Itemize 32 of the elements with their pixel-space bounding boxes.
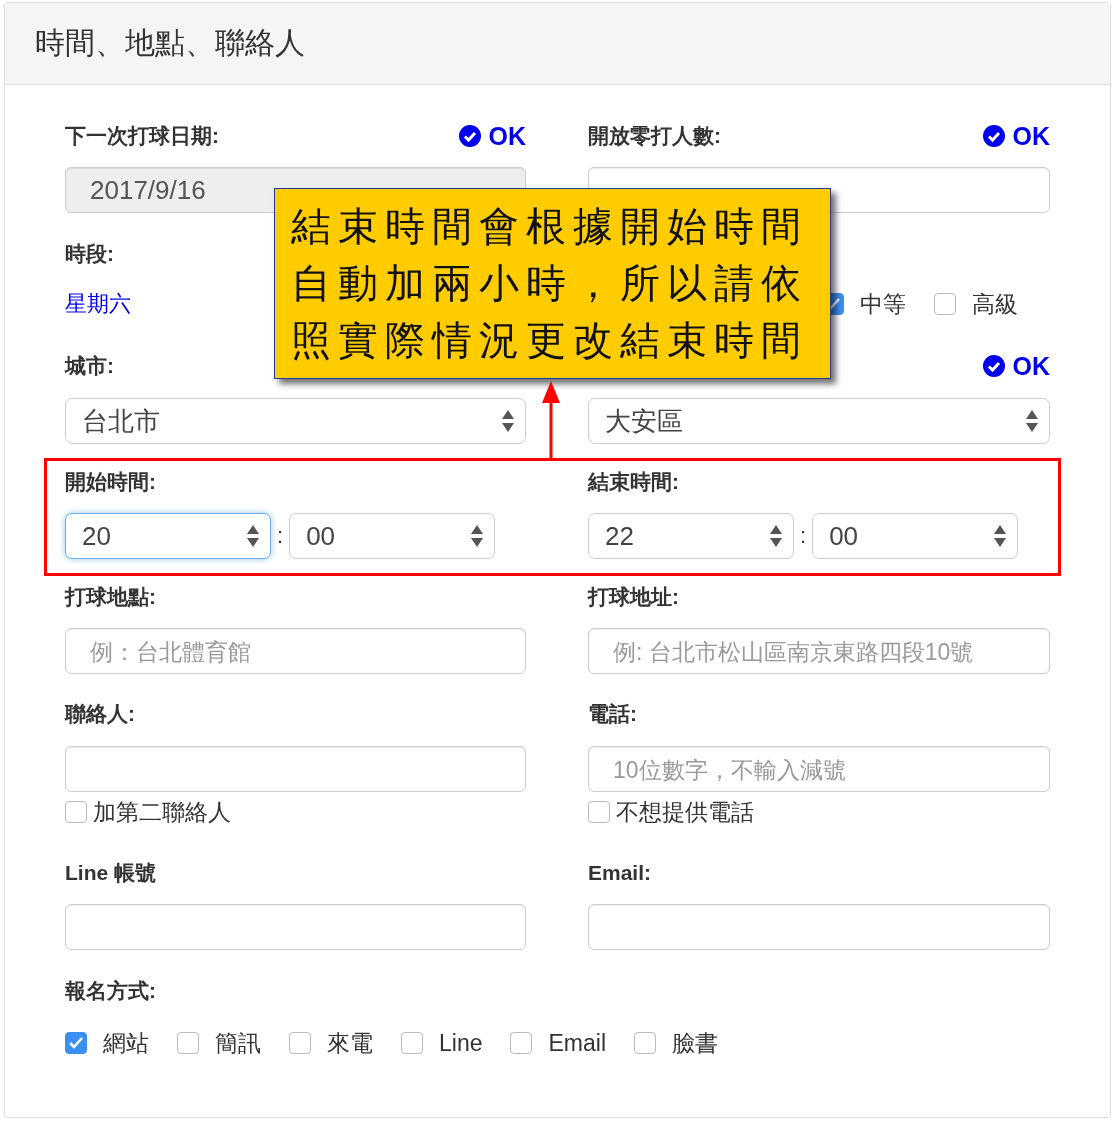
field-label: 電話: [588, 701, 637, 727]
ok-status: OK [982, 121, 1050, 151]
field-label: 打球地點: [65, 584, 156, 610]
field-label: 下一次打球日期: [65, 123, 219, 149]
checkbox-label: 臉書 [672, 1028, 718, 1058]
field-label: 城市: [65, 353, 114, 379]
callout-text: 結束時間會根據開始時間 [291, 202, 809, 251]
checkbox-label: 加第二聯絡人 [93, 797, 231, 827]
field-label: Line 帳號 [65, 860, 156, 886]
time-separator: : [800, 523, 807, 549]
field-label: 聯絡人: [65, 701, 135, 727]
callout-text: 照實際情況更改結束時間 [291, 316, 809, 365]
field-label: 開始時間: [65, 469, 156, 495]
panel-title: 時間、地點、聯絡人 [35, 25, 305, 61]
ok-status: OK [458, 121, 526, 151]
field-label: 結束時間: [588, 469, 679, 495]
time-separator: : [277, 523, 284, 549]
field-label: 時段: [65, 241, 114, 267]
checkbox-label: 簡訊 [215, 1028, 261, 1058]
field-label: 開放零打人數: [588, 123, 721, 149]
checkbox-label: 網站 [103, 1028, 149, 1058]
field-label: Email: [588, 860, 652, 886]
callout-text: 自動加兩小時，所以請依 [291, 259, 809, 308]
checkbox-label: 來電 [327, 1028, 373, 1058]
checkbox-label: Email [548, 1029, 606, 1057]
field-label: 報名方式: [65, 978, 156, 1004]
checkbox-label: 高級 [972, 289, 1018, 319]
checkbox-label: 不想提供電話 [616, 797, 754, 827]
checkbox-label: Line [439, 1029, 483, 1057]
checkbox-label: 中等 [860, 289, 906, 319]
ok-status: OK [982, 351, 1050, 381]
field-label: 打球地址: [588, 584, 679, 610]
